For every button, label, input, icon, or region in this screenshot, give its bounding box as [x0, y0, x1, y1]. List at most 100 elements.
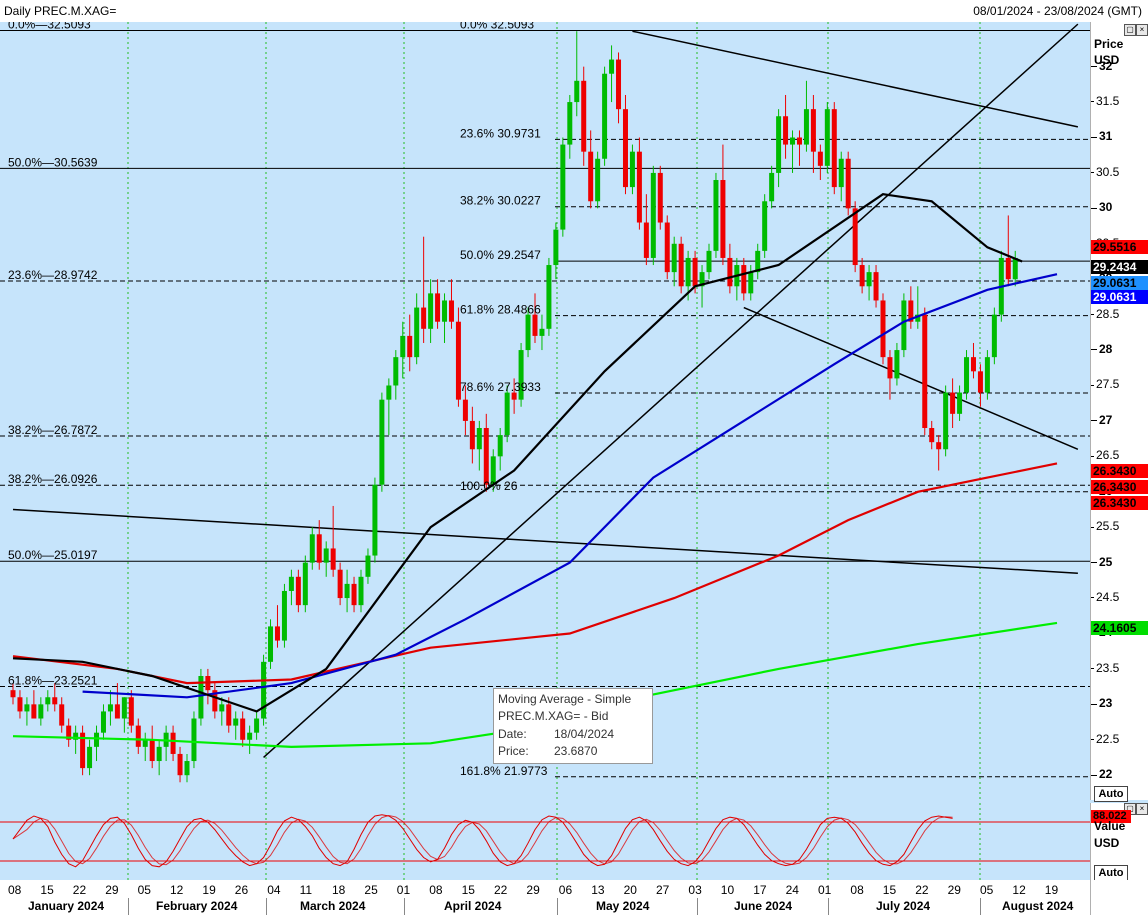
trendlines — [12, 23, 1079, 759]
candle-body — [671, 243, 677, 273]
price-tick-label: 22.5 — [1091, 732, 1119, 746]
osc-axis-unit: USD — [1094, 836, 1120, 850]
candle-body — [943, 392, 949, 450]
price-badge: 29.0631 — [1091, 276, 1148, 290]
candle-body — [609, 59, 615, 74]
candle-body — [421, 307, 427, 329]
price-axis[interactable]: Price USD ▢ × 3231.53130.53029.52928.528… — [1090, 22, 1148, 802]
osc-auto-button[interactable]: Auto — [1094, 865, 1128, 881]
candle-body — [796, 137, 802, 145]
day-label: 17 — [753, 883, 767, 897]
vertical-grid — [127, 22, 981, 800]
price-tick-label: 30.5 — [1091, 165, 1119, 179]
candle-body — [483, 428, 489, 485]
day-label: 13 — [591, 883, 605, 897]
day-label: 08 — [429, 883, 443, 897]
chart-title: Daily PREC.M.XAG= — [4, 4, 117, 18]
candle-body — [678, 243, 684, 287]
fib-label: 38.2%—26.7872 — [8, 423, 98, 437]
candle-body — [247, 732, 253, 740]
candle-body — [177, 753, 183, 776]
day-label: 18 — [332, 883, 346, 897]
price-tick-label: 30 — [1091, 200, 1112, 214]
candle-body — [428, 293, 434, 329]
candlesticks — [10, 31, 1018, 783]
candle-body — [970, 357, 976, 372]
candle-body — [107, 704, 113, 712]
fib-label: 61.8%—23.2521 — [8, 673, 98, 687]
candle-body — [1005, 257, 1011, 280]
oscillator-chart[interactable] — [0, 803, 1090, 880]
osc-close-icon[interactable]: × — [1136, 803, 1148, 815]
candle-body — [922, 314, 928, 429]
price-badge: 26.3430 — [1091, 464, 1148, 478]
candle-body — [128, 697, 134, 726]
price-tick-label: 28 — [1091, 342, 1112, 356]
fib-label: 161.8% 21.9773 — [460, 764, 548, 778]
candle-body — [803, 109, 809, 145]
day-label: 05 — [137, 883, 151, 897]
close-icon[interactable]: × — [1136, 24, 1148, 36]
candle-body — [602, 73, 608, 159]
price-tick-label: 27 — [1091, 413, 1112, 427]
price-badge: 26.3430 — [1091, 496, 1148, 510]
fib-label: 50.0% 29.2547 — [460, 248, 541, 262]
candle-body — [957, 392, 963, 414]
month-separator — [128, 898, 129, 915]
oscillator-axis[interactable]: ▢ × 88.022 Value USD Auto — [1090, 803, 1148, 881]
candle-body — [393, 357, 399, 386]
trendline — [12, 508, 1078, 575]
day-label: 29 — [947, 883, 961, 897]
day-label: 20 — [623, 883, 637, 897]
candle-body — [344, 583, 350, 599]
candle-body — [657, 172, 663, 223]
month-label: August 2024 — [1002, 899, 1074, 913]
candle-body — [288, 576, 294, 591]
candle-body — [358, 576, 364, 606]
trendline — [263, 23, 1079, 759]
day-label: 25 — [364, 883, 378, 897]
candle-body — [309, 534, 315, 563]
oscillator-grid — [0, 803, 1090, 880]
candle-body — [964, 357, 970, 393]
candle-body — [936, 442, 942, 450]
month-label: March 2024 — [300, 899, 366, 913]
fib-label: 50.0%—30.5639 — [8, 155, 98, 169]
day-label: 26 — [234, 883, 249, 897]
candle-body — [24, 704, 30, 712]
oscillator-lines — [12, 814, 953, 868]
price-badge: 29.2434 — [1091, 260, 1148, 274]
candle-body — [720, 180, 726, 258]
candle-body — [706, 250, 712, 273]
month-label: June 2024 — [734, 899, 793, 913]
candle-body — [650, 172, 656, 258]
candle-body — [365, 555, 371, 577]
candle-body — [407, 335, 413, 358]
month-label: January 2024 — [28, 899, 105, 913]
candle-body — [616, 59, 622, 110]
restore-icon[interactable]: ▢ — [1124, 24, 1136, 36]
candle-body — [504, 392, 510, 436]
day-label: 15 — [461, 883, 475, 897]
candle-body — [170, 732, 176, 754]
candle-body — [184, 761, 190, 776]
candle-body — [595, 158, 601, 202]
price-tick-label: 28.5 — [1091, 307, 1119, 321]
price-tick-label: 23.5 — [1091, 661, 1119, 675]
date-axis: 08 15 22 29 05 12 19 26 04 11 18 25 01 08 15 22 29 06 13 20… — [0, 880, 1090, 915]
candle-body — [810, 109, 816, 152]
day-label: 27 — [656, 883, 670, 897]
day-label: 15 — [40, 883, 54, 897]
candle-body — [226, 704, 232, 726]
candle-body — [817, 151, 823, 166]
candle-body — [929, 428, 935, 443]
candle-body — [59, 704, 65, 726]
candle-body — [539, 328, 545, 336]
day-label: 06 — [558, 883, 573, 897]
price-chart[interactable]: 0.0%—32.5093 50.0%—30.5639 23.6%—28.9742 38… — [0, 22, 1090, 800]
price-auto-button[interactable]: Auto — [1094, 786, 1128, 802]
fib-label: 50.0%—25.0197 — [8, 548, 98, 562]
candle-body — [643, 222, 649, 258]
trendline — [632, 30, 1079, 128]
candle-body — [588, 151, 594, 202]
